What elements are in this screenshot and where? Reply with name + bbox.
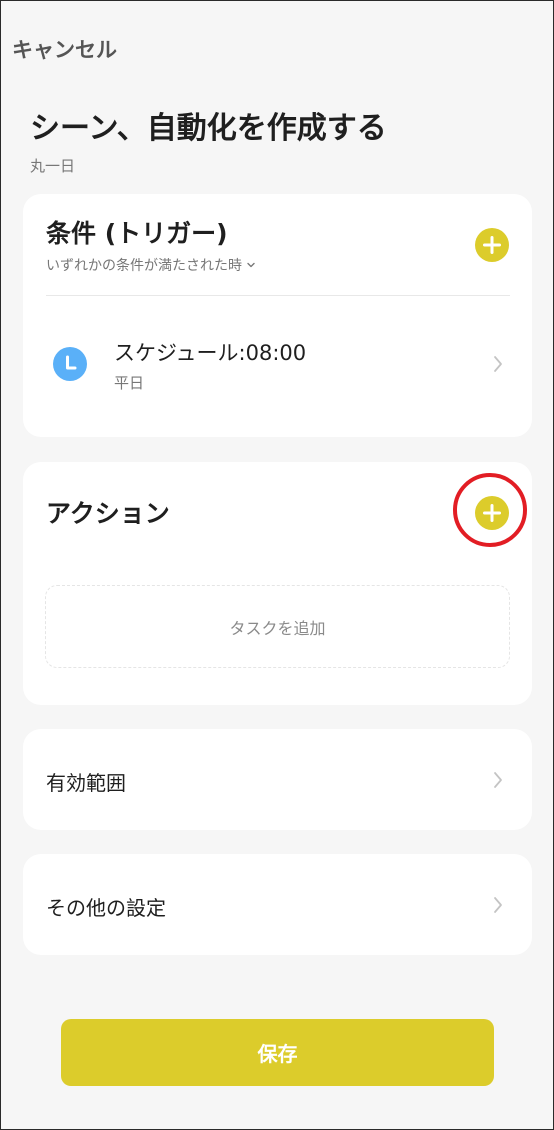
chevron-right-icon xyxy=(494,772,502,788)
save-button[interactable]: 保存 xyxy=(61,1019,494,1086)
plus-icon xyxy=(483,236,501,254)
schedule-title: スケジュール:08:00 xyxy=(114,341,307,365)
schedule-days: 平日 xyxy=(114,374,145,392)
add-task-button[interactable]: タスクを追加 xyxy=(45,585,510,668)
add-condition-button[interactable] xyxy=(475,228,509,262)
condition-card: 条件 (トリガー) いずれかの条件が満たされた時 スケジュール:08:00 平日 xyxy=(23,194,532,437)
page-subtitle: 丸一日 xyxy=(30,157,76,175)
page-title: シーン、自動化を作成する xyxy=(30,111,387,146)
action-card: アクション タスクを追加 xyxy=(23,462,532,705)
condition-mode-label: いずれかの条件が満たされた時 xyxy=(46,258,242,274)
effective-period-label: 有効範囲 xyxy=(46,771,126,795)
schedule-condition-item[interactable]: スケジュール:08:00 平日 xyxy=(23,314,532,414)
clock-icon xyxy=(53,347,87,381)
chevron-down-icon xyxy=(247,262,255,268)
plus-icon xyxy=(483,504,501,522)
other-settings-label: その他の設定 xyxy=(46,896,166,920)
divider xyxy=(46,295,510,296)
cancel-button[interactable]: キャンセル xyxy=(12,34,117,64)
action-title: アクション xyxy=(46,499,170,528)
add-action-button[interactable] xyxy=(475,496,509,530)
other-settings-row[interactable]: その他の設定 xyxy=(23,854,532,955)
condition-mode-dropdown[interactable]: いずれかの条件が満たされた時 xyxy=(46,255,256,275)
condition-title: 条件 (トリガー) xyxy=(46,219,228,248)
chevron-right-icon xyxy=(494,356,502,372)
effective-period-row[interactable]: 有効範囲 xyxy=(23,729,532,830)
chevron-right-icon xyxy=(494,897,502,913)
